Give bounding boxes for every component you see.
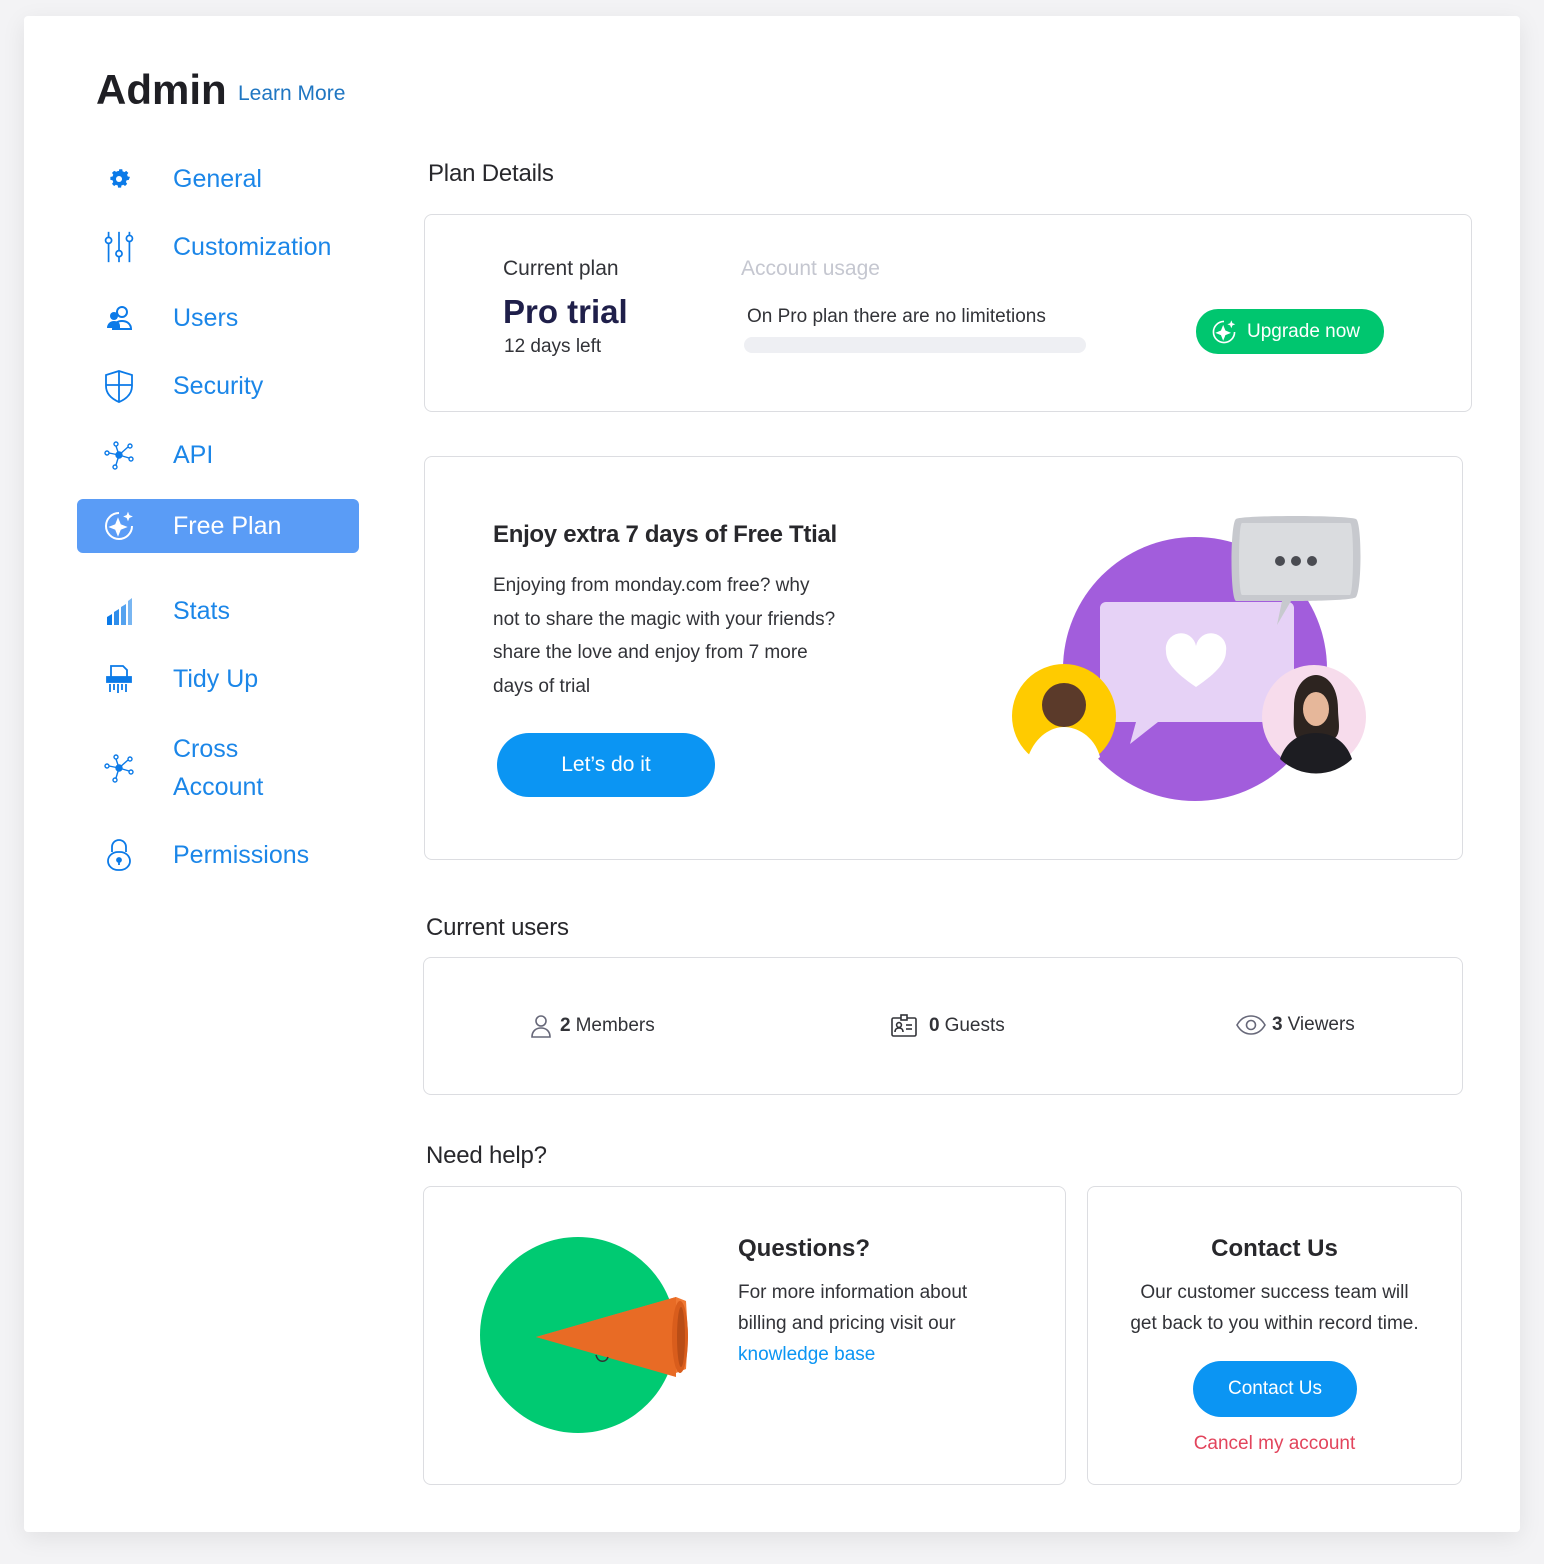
guests-count: 0 [929, 1015, 940, 1036]
sidebar-item-label: Cross [173, 735, 239, 763]
plan-details-title: Plan Details [428, 160, 554, 187]
person-icon [530, 1014, 552, 1038]
sidebar-item-general[interactable]: General [77, 152, 359, 206]
upgrade-now-label: Upgrade now [1247, 320, 1361, 342]
contact-us-title: Contact Us [1211, 1235, 1338, 1262]
promo-body-line: Enjoying from monday.com free? why [493, 575, 810, 596]
viewers-label: Viewers [1287, 1014, 1355, 1035]
promo-body-line: days of trial [493, 675, 591, 697]
contact-body-line: Our customer success team will [1140, 1282, 1409, 1303]
contact-us-card: Contact Us Our customer success team wil… [1087, 1186, 1462, 1485]
learn-more-link[interactable]: Learn More [238, 82, 345, 106]
admin-page: Admin Learn More General Customization U… [24, 16, 1520, 1532]
shield-icon [101, 368, 137, 404]
contact-us-button[interactable]: Contact Us [1193, 1361, 1357, 1417]
plan-details-card: Current plan Pro trial 12 days left Acco… [424, 214, 1472, 412]
current-users-title: Current users [426, 914, 569, 941]
promo-title: Enjoy extra 7 days of Free Ttial [493, 521, 837, 548]
sidebar-item-customization[interactable]: Customization [77, 220, 359, 274]
plan-name: Pro trial [503, 293, 628, 330]
account-usage-label: Account usage [741, 257, 880, 280]
members-count: 2 [560, 1015, 571, 1036]
sidebar-item-label: Free Plan [173, 512, 282, 540]
usage-progress-bar [744, 337, 1086, 353]
guest-badge-icon [891, 1014, 917, 1038]
upgrade-now-button[interactable]: Upgrade now [1196, 309, 1384, 354]
viewers-stat: 3 Viewers [1236, 1014, 1355, 1036]
api-nodes-icon [101, 437, 137, 473]
sparkle-icon [1211, 319, 1237, 345]
page-title: Admin [96, 66, 227, 113]
megaphone-illustration [480, 1237, 688, 1433]
members-stat: 2 Members [530, 1014, 655, 1038]
guests-label: Guests [944, 1015, 1005, 1036]
free-trial-promo-card: Enjoy extra 7 days of Free Ttial Enjoyin… [424, 456, 1463, 860]
shredder-icon [101, 661, 137, 697]
promo-body: Enjoying from monday.com free? why not t… [493, 569, 835, 703]
stats-icon [101, 593, 137, 629]
sidebar-item-api[interactable]: API [77, 428, 359, 482]
sidebar-item-label: Account [173, 773, 264, 801]
sparkle-icon [101, 508, 137, 544]
need-help-title: Need help? [426, 1142, 547, 1169]
current-plan-label: Current plan [503, 257, 619, 280]
guests-stat: 0 Guests [891, 1014, 1005, 1038]
contact-body-line: get back to you within record time. [1130, 1313, 1419, 1334]
questions-body-line: billing and pricing visit our [738, 1313, 956, 1334]
sidebar-item-label: Stats [173, 597, 230, 625]
cross-account-icon [101, 750, 137, 786]
questions-card: Questions? For more information about bi… [423, 1186, 1066, 1485]
sidebar-item-free-plan[interactable]: Free Plan [77, 499, 359, 553]
questions-body: For more information about billing and p… [738, 1277, 967, 1370]
sidebar-item-label: Permissions [173, 841, 310, 869]
viewers-count: 3 [1272, 1014, 1283, 1035]
lock-icon [101, 837, 137, 873]
sidebar-item-label: API [173, 441, 214, 469]
share-love-illustration [1012, 516, 1366, 801]
promo-body-line: not to share the magic with your friends… [493, 608, 836, 630]
members-label: Members [575, 1015, 655, 1036]
sliders-icon [101, 229, 137, 265]
sidebar-item-security[interactable]: Security [77, 359, 359, 413]
days-left: 12 days left [504, 336, 602, 357]
questions-body-line: For more information about [738, 1282, 968, 1303]
sidebar-item-label: Customization [173, 233, 332, 261]
sidebar-item-users[interactable]: Users [77, 291, 359, 345]
usage-text: On Pro plan there are no limitetions [747, 306, 1046, 327]
sidebar-item-cross-account[interactable]: Cross Account [77, 730, 359, 806]
promo-body-line: share the love and enjoy from 7 more [493, 642, 808, 663]
knowledge-base-link[interactable]: knowledge base [738, 1339, 967, 1370]
cancel-account-link[interactable]: Cancel my account [1088, 1433, 1461, 1455]
sidebar-item-label: Users [173, 304, 239, 332]
gear-icon [101, 161, 137, 197]
current-users-card: 2 Members 0 Guests 3 Viewers [423, 957, 1463, 1095]
sidebar-item-label: Security [173, 372, 264, 400]
sidebar-item-label: General [173, 165, 262, 193]
users-icon [101, 300, 137, 336]
sidebar-item-label: Tidy Up [173, 665, 259, 693]
eye-icon [1236, 1014, 1266, 1036]
sidebar-item-tidy-up[interactable]: Tidy Up [77, 652, 359, 706]
contact-us-body: Our customer success team will get back … [1088, 1277, 1461, 1339]
sidebar-item-permissions[interactable]: Permissions [77, 828, 359, 882]
questions-title: Questions? [738, 1235, 871, 1262]
sidebar-item-stats[interactable]: Stats [77, 584, 359, 638]
lets-do-it-button[interactable]: Let’s do it [497, 733, 715, 797]
